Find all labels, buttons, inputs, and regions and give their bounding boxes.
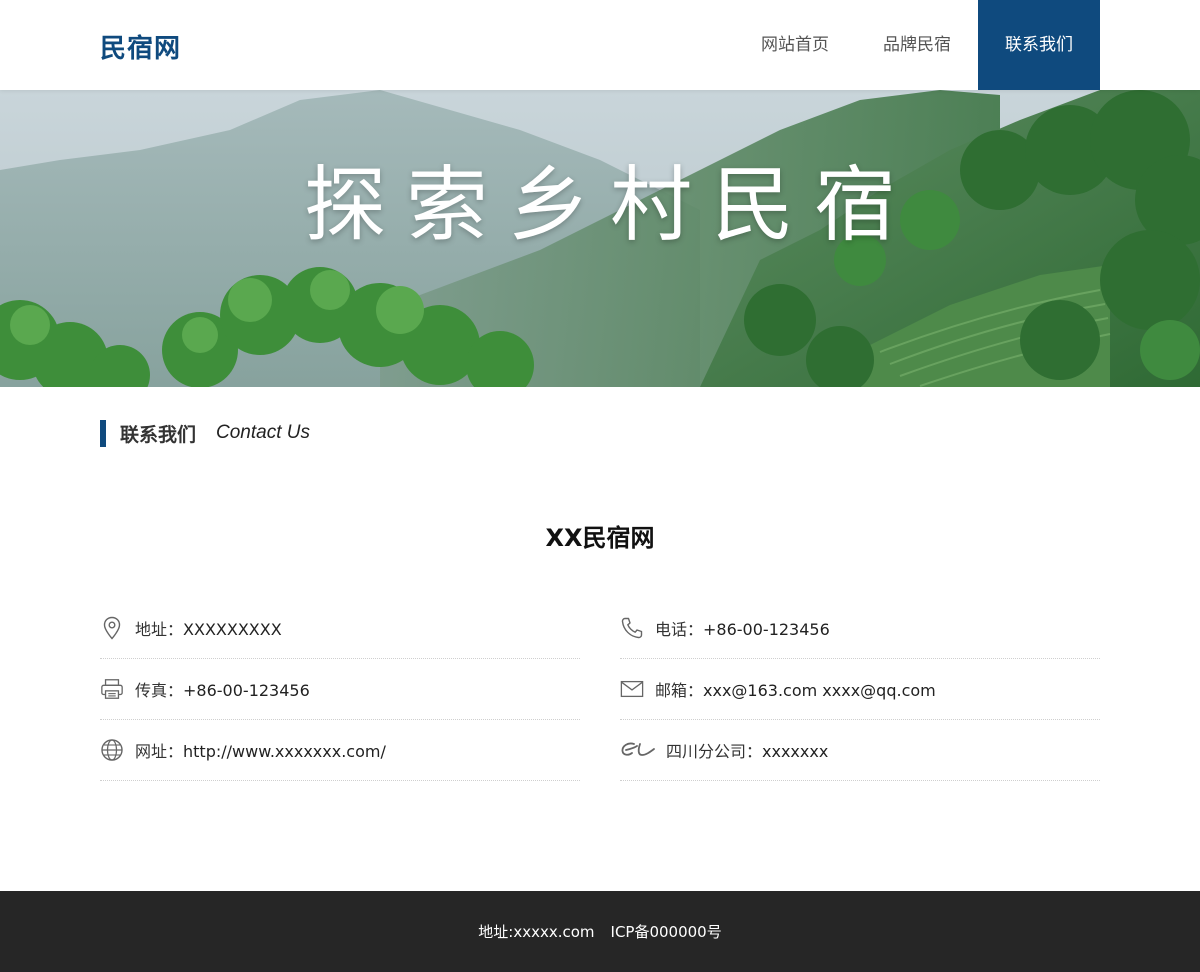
globe-icon — [100, 738, 124, 762]
contact-row-branch: 四川分公司：xxxxxxx — [620, 720, 1100, 781]
footer-address: 地址:xxxxx.com — [478, 923, 595, 941]
contact-row-email: 邮箱：xxx@163.com xxxx@qq.com — [620, 659, 1100, 720]
site-logo[interactable]: 民宿网 — [100, 28, 181, 65]
hero-banner: 探索乡村民宿 — [0, 90, 1200, 387]
contact-row-address: 地址：XXXXXXXXX — [100, 598, 580, 659]
phone-value: +86-00-123456 — [703, 620, 830, 639]
contact-row-phone: 电话：+86-00-123456 — [620, 598, 1100, 659]
section-title-en: Contact Us — [216, 422, 310, 443]
company-name: XX民宿网 — [545, 524, 655, 552]
mail-icon — [620, 677, 644, 701]
phone-label: 电话： — [655, 620, 704, 639]
fax-value: +86-00-123456 — [183, 681, 310, 700]
footer-icp[interactable]: ICP备000000号 — [611, 921, 722, 942]
contact-column-right: 电话：+86-00-123456 邮箱：xxx@163.com xxxx@qq.… — [620, 598, 1100, 781]
section-accent-bar — [100, 419, 106, 447]
contact-column-left: 地址：XXXXXXXXX 传真：+86-00-123456 网址：http://… — [100, 598, 580, 781]
website-link[interactable]: http://www.xxxxxxx.com/ — [183, 742, 386, 761]
site-footer: 地址:xxxxx.com ICP备000000号 — [0, 891, 1200, 972]
fax-label: 传真： — [135, 681, 184, 700]
contact-row-website: 网址：http://www.xxxxxxx.com/ — [100, 720, 580, 781]
site-header: 民宿网 网站首页 品牌民宿 联系我们 — [0, 0, 1200, 90]
phone-icon — [620, 616, 644, 640]
section-heading: 联系我们 Contact Us — [100, 419, 310, 447]
location-icon — [100, 616, 124, 640]
email-label: 邮箱： — [655, 681, 704, 700]
address-value: XXXXXXXXX — [183, 620, 282, 639]
website-label: 网址： — [135, 742, 184, 761]
branch-value: xxxxxxx — [762, 742, 829, 761]
alibaba-icon — [620, 738, 656, 762]
email-value[interactable]: xxx@163.com xxxx@qq.com — [703, 681, 936, 700]
nav-item-brand-homestays[interactable]: 品牌民宿 — [856, 0, 978, 90]
fax-icon — [100, 677, 124, 701]
address-label: 地址： — [135, 620, 184, 639]
contact-row-fax: 传真：+86-00-123456 — [100, 659, 580, 720]
banner-title: 探索乡村民宿 — [303, 158, 916, 253]
nav-item-home[interactable]: 网站首页 — [734, 0, 856, 90]
branch-label: 四川分公司： — [666, 742, 763, 761]
nav-item-contact[interactable]: 联系我们 — [978, 0, 1100, 90]
section-title-cn: 联系我们 — [120, 423, 197, 446]
main-nav: 网站首页 品牌民宿 联系我们 — [734, 0, 1100, 90]
